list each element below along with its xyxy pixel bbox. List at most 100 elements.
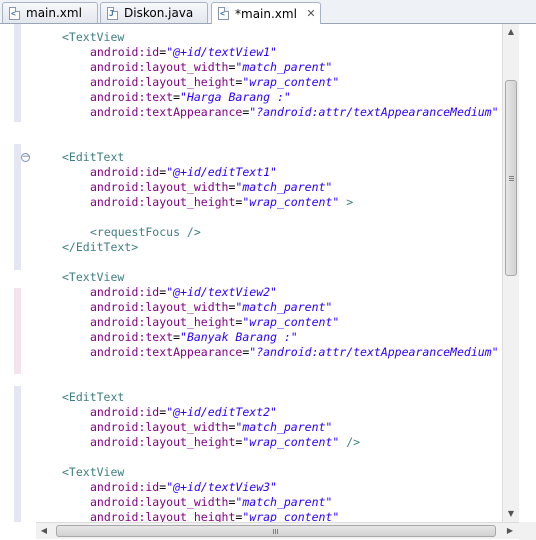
- collapse-icon[interactable]: −: [21, 153, 30, 162]
- xml-attribute: android:layout_width: [90, 300, 229, 314]
- code-line: android:layout_height="wrap_content": [90, 510, 339, 522]
- xml-value: "wrap_content": [242, 435, 340, 449]
- xml-attribute: android:layout_height: [90, 435, 236, 449]
- code-line: android:text="Banyak Barang :": [90, 330, 298, 345]
- xml-value: "match_parent": [235, 300, 333, 314]
- xml-value: "?android:attr/textAppearanceMedium": [249, 345, 499, 359]
- code-area[interactable]: <TextView android:id="@+id/textView1" andr…: [36, 24, 502, 522]
- xml-value: "match_parent": [235, 180, 333, 194]
- xml-value: "wrap_content": [242, 75, 340, 89]
- xml-attribute: android:id: [90, 405, 160, 419]
- horizontal-scrollbar[interactable]: ◀ ▶: [36, 522, 519, 539]
- xml-attribute: android:layout_height: [90, 75, 236, 89]
- xml-value: "Banyak Barang :": [180, 330, 298, 344]
- xml-attribute: android:layout_width: [90, 180, 229, 194]
- code-line: android:layout_width="match_parent": [90, 495, 332, 510]
- scroll-down-icon[interactable]: ▼: [503, 506, 519, 522]
- xml-attribute: android:id: [90, 45, 160, 59]
- xml-attribute: android:layout_height: [90, 510, 236, 522]
- xml-tag: <TextView: [62, 270, 125, 284]
- horizontal-scroll-thumb[interactable]: [56, 525, 496, 537]
- tab-diskon-java[interactable]: J Diskon.java: [100, 2, 208, 23]
- tab-label: main.xml: [26, 6, 82, 20]
- code-line: <EditText: [62, 150, 124, 165]
- xml-attribute: android:textAppearance: [90, 345, 243, 359]
- xml-tag: <TextView: [62, 30, 125, 44]
- xml-tag: <EditText: [62, 150, 125, 164]
- tab-label: *main.xml: [235, 6, 297, 21]
- xml-attribute: android:text: [90, 330, 174, 344]
- xml-attribute: android:text: [90, 90, 174, 104]
- xml-value: "?android:attr/textAppearanceMedium": [249, 105, 499, 119]
- xml-value: "match_parent": [235, 60, 333, 74]
- xml-attribute: android:layout_width: [90, 60, 229, 74]
- xml-file-icon: <: [218, 7, 229, 20]
- xml-value: "Harga Barang :": [180, 90, 291, 104]
- xml-value: "@+id/textView1": [166, 45, 277, 59]
- folding-gutter: [14, 24, 36, 522]
- code-line: android:textAppearance="?android:attr/te…: [90, 105, 499, 120]
- code-line: <TextView: [62, 270, 124, 285]
- xml-attribute: android:id: [90, 165, 160, 179]
- java-file-icon: J: [107, 6, 118, 20]
- code-line: </EditText>: [62, 240, 138, 255]
- vertical-scrollbar[interactable]: ▲ ▼: [502, 24, 519, 522]
- code-line: <EditText: [62, 390, 124, 405]
- overview-ruler: [0, 24, 8, 522]
- xml-value: "match_parent": [235, 420, 333, 434]
- xml-file-icon: <: [9, 6, 20, 20]
- xml-value: "wrap_content": [242, 195, 340, 209]
- xml-attribute: android:textAppearance: [90, 105, 243, 119]
- xml-token: =: [173, 90, 181, 104]
- xml-value: "wrap_content": [242, 510, 340, 522]
- xml-attribute: android:id: [90, 480, 160, 494]
- tab-main-xml[interactable]: < main.xml: [2, 2, 98, 23]
- xml-tag: >: [339, 195, 354, 209]
- tab-main-xml-modified[interactable]: < *main.xml ✕: [211, 2, 321, 24]
- editor-tab-bar: < main.xml J Diskon.java < *main.xml ✕: [0, 0, 536, 24]
- scroll-left-icon[interactable]: ◀: [36, 523, 52, 539]
- code-line: <requestFocus />: [90, 225, 201, 240]
- xml-value: "@+id/textView2": [166, 285, 277, 299]
- code-line: android:layout_height="wrap_content": [90, 75, 339, 90]
- xml-tag: <TextView: [62, 465, 125, 479]
- xml-attribute: android:layout_width: [90, 420, 229, 434]
- code-line: android:layout_width="match_parent": [90, 300, 332, 315]
- xml-token: =: [173, 330, 181, 344]
- code-line: android:id="@+id/editText2": [90, 405, 277, 420]
- xml-value: "match_parent": [235, 495, 333, 509]
- xml-attribute: android:layout_width: [90, 495, 229, 509]
- xml-attribute: android:layout_height: [90, 315, 236, 329]
- code-line: <TextView: [62, 465, 124, 480]
- tab-label: Diskon.java: [124, 6, 194, 20]
- xml-tag: />: [339, 435, 361, 449]
- code-line: android:layout_height="wrap_content" />: [90, 435, 360, 450]
- xml-value: "@+id/editText2": [166, 405, 277, 419]
- code-line: android:layout_width="match_parent": [90, 60, 332, 75]
- scroll-corner: [519, 522, 536, 540]
- code-line: android:id="@+id/textView3": [90, 480, 277, 495]
- xml-tag: <EditText: [62, 390, 125, 404]
- xml-value: "@+id/editText1": [166, 165, 277, 179]
- code-line: <TextView: [62, 30, 124, 45]
- code-line: android:id="@+id/textView2": [90, 285, 277, 300]
- xml-tag: </EditText>: [62, 240, 139, 254]
- xml-attribute: android:id: [90, 285, 160, 299]
- xml-value: "wrap_content": [242, 315, 340, 329]
- vertical-scroll-thumb[interactable]: [505, 80, 517, 276]
- scroll-right-icon[interactable]: ▶: [502, 523, 518, 539]
- code-line: android:layout_width="match_parent": [90, 420, 332, 435]
- xml-editor: − <TextView android:id="@+id/textView1" an…: [0, 24, 536, 540]
- scroll-up-icon[interactable]: ▲: [503, 24, 519, 40]
- xml-attribute: android:layout_height: [90, 195, 236, 209]
- code-line: android:text="Harga Barang :": [90, 90, 291, 105]
- xml-tag: <requestFocus />: [90, 225, 201, 239]
- code-line: android:layout_height="wrap_content": [90, 315, 339, 330]
- code-line: android:id="@+id/textView1": [90, 45, 277, 60]
- code-line: android:textAppearance="?android:attr/te…: [90, 345, 499, 360]
- code-line: android:layout_height="wrap_content" >: [90, 195, 353, 210]
- xml-value: "@+id/textView3": [166, 480, 277, 494]
- code-line: android:id="@+id/editText1": [90, 165, 277, 180]
- close-icon[interactable]: ✕: [305, 7, 317, 20]
- code-line: android:layout_width="match_parent": [90, 180, 332, 195]
